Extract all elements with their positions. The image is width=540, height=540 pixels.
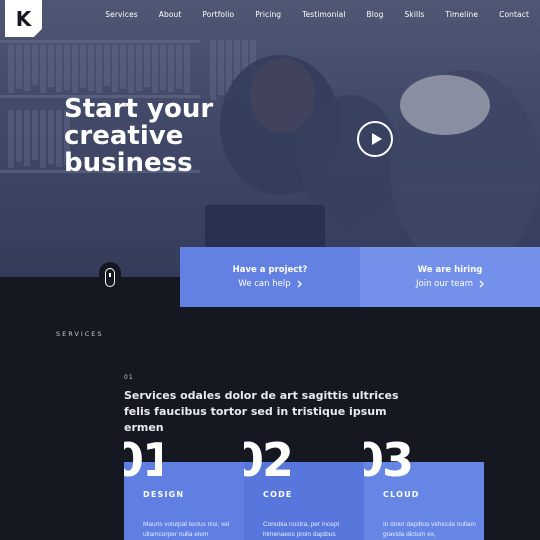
section-heading: Services odales dolor de art sagittis ul… bbox=[124, 389, 399, 434]
play-icon bbox=[371, 133, 382, 145]
card-title: CLOUD bbox=[383, 490, 420, 499]
nav-pricing[interactable]: Pricing bbox=[255, 10, 281, 19]
card-number: 01 bbox=[124, 437, 162, 483]
card-number-text: 01 bbox=[124, 437, 162, 483]
mouse-scroll-icon bbox=[105, 267, 115, 287]
nav-contact[interactable]: Contact bbox=[499, 10, 529, 19]
chevron-right-icon bbox=[479, 280, 484, 288]
headline-line: creative bbox=[64, 121, 184, 151]
headline-line: Start your bbox=[64, 94, 214, 124]
cta-title: We are hiring bbox=[417, 265, 483, 275]
card-number: 02 bbox=[244, 437, 294, 483]
nav-services[interactable]: Services bbox=[105, 10, 137, 19]
cta-project[interactable]: Have a project? We can help bbox=[180, 247, 360, 307]
nav-blog[interactable]: Blog bbox=[367, 10, 384, 19]
nav-testimonial[interactable]: Testimonial bbox=[302, 10, 345, 19]
card-description: In dolor dapibus vehicula nullam gravida… bbox=[383, 521, 476, 538]
service-cards: DESIGN Mauris volutpat lectus nisi, vel … bbox=[124, 462, 484, 540]
scroll-down-button[interactable] bbox=[99, 262, 121, 292]
card-number: 03 bbox=[364, 437, 414, 483]
cta-title: Have a project? bbox=[232, 265, 308, 275]
card-description: Mauris volutpat lectus nisi, vel ullamco… bbox=[143, 521, 230, 538]
nav-about[interactable]: About bbox=[159, 10, 182, 19]
cta-link: We can help bbox=[238, 279, 291, 289]
card-title: DESIGN bbox=[143, 490, 185, 499]
nav-skills[interactable]: Skills bbox=[405, 10, 425, 19]
card-description: Conubia nostra, per incept himenaeos pro… bbox=[263, 521, 340, 538]
brand-logo[interactable]: K bbox=[5, 0, 42, 37]
cta-hiring[interactable]: We are hiring Join our team bbox=[360, 247, 540, 307]
section-number: 01 bbox=[124, 374, 134, 381]
section-label: SERVICES bbox=[56, 330, 104, 338]
hero-headline: Start your creative business bbox=[64, 96, 244, 177]
card-number-text: 03 bbox=[364, 437, 414, 483]
nav-portfolio[interactable]: Portfolio bbox=[202, 10, 234, 19]
card-title: CODE bbox=[263, 490, 293, 499]
play-video-button[interactable] bbox=[357, 121, 393, 157]
cta-link: Join our team bbox=[416, 279, 473, 289]
logo-letter: K bbox=[15, 6, 32, 31]
nav-timeline[interactable]: Timeline bbox=[445, 10, 478, 19]
hero-banner: Start your creative business bbox=[0, 0, 540, 277]
card-number-text: 02 bbox=[244, 437, 294, 483]
headline-line: business bbox=[64, 148, 193, 178]
main-nav: Services About Portfolio Pricing Testimo… bbox=[105, 10, 529, 19]
chevron-right-icon bbox=[297, 280, 302, 288]
